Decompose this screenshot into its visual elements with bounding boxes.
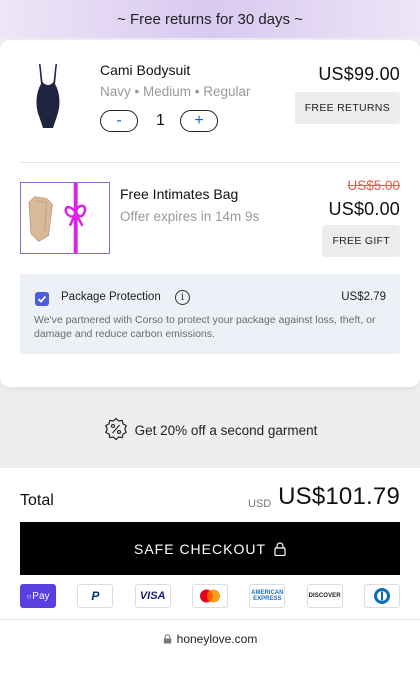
promo-banner: ~ Free returns for 30 days ~ — [0, 0, 420, 38]
percent-badge-icon — [104, 417, 127, 441]
amex-icon: AMERICAN EXPRESS — [249, 584, 286, 608]
promo-text: ~ Free returns for 30 days ~ — [117, 10, 303, 28]
mastercard-icon — [191, 584, 228, 608]
gift-bag-thumbnail[interactable] — [20, 182, 110, 254]
upsell-offer[interactable]: Get 20% off a second garment — [0, 415, 420, 445]
checkout-label: SAFE CHECKOUT — [133, 540, 266, 557]
package-protection-checkbox[interactable] — [35, 292, 49, 306]
currency-code: USD — [248, 498, 272, 510]
secure-site-footer: honeylove.com — [0, 619, 420, 657]
item-name[interactable]: Cami Bodysuit — [100, 62, 190, 78]
total-label: Total — [20, 492, 54, 509]
info-icon[interactable]: i — [175, 290, 190, 305]
checkout-panel: Total USD US$101.79 SAFE CHECKOUT ○ Pay P… — [0, 468, 420, 695]
cart-card: Cami Bodysuit Navy • Medium • Regular - … — [0, 40, 420, 387]
protection-title: Package Protection — [61, 291, 161, 303]
lock-icon — [163, 633, 171, 643]
protection-description: We've partnered with Corso to protect yo… — [34, 314, 376, 340]
item-variant: Navy • Medium • Regular — [100, 84, 251, 99]
cart-item-bodysuit: Cami Bodysuit Navy • Medium • Regular - … — [0, 40, 420, 162]
visa-icon: VISA — [134, 584, 171, 608]
free-gift-badge[interactable]: FREE GIFT — [322, 225, 400, 257]
original-price: US$5.00 — [347, 178, 400, 193]
payment-methods: ○ Pay P VISA AMERICAN EXPRESS DISCOVER — [20, 584, 400, 608]
site-domain: honeylove.com — [176, 631, 258, 646]
diners-icon — [363, 584, 400, 608]
safe-checkout-button[interactable]: SAFE CHECKOUT — [20, 522, 400, 575]
item-price: US$0.00 — [328, 199, 400, 219]
discover-icon: DISCOVER — [306, 584, 343, 608]
checkmark-icon — [37, 295, 47, 303]
free-returns-badge[interactable]: FREE RETURNS — [294, 92, 400, 124]
cart-item-gift: Free Intimates Bag Offer expires in 14m … — [0, 162, 420, 274]
quantity-value: 1 — [156, 112, 165, 129]
package-protection: Package Protection i US$2.79 We've partn… — [20, 274, 400, 354]
quantity-stepper: - 1 + — [100, 110, 218, 132]
paypal-icon: P — [77, 584, 114, 608]
gift-offer-timer: Offer expires in 14m 9s — [120, 209, 260, 224]
total-amount: US$101.79 — [278, 483, 400, 510]
protection-price: US$2.79 — [341, 291, 386, 303]
item-price: US$99.00 — [318, 64, 400, 84]
item-name[interactable]: Free Intimates Bag — [120, 186, 238, 202]
offer-text: Get 20% off a second garment — [134, 422, 318, 438]
increase-quantity-button[interactable]: + — [180, 110, 218, 132]
bodysuit-thumbnail[interactable] — [28, 62, 68, 134]
opay-icon: ○ Pay — [20, 584, 56, 608]
lock-icon — [274, 541, 286, 556]
decrease-quantity-button[interactable]: - — [100, 110, 138, 132]
